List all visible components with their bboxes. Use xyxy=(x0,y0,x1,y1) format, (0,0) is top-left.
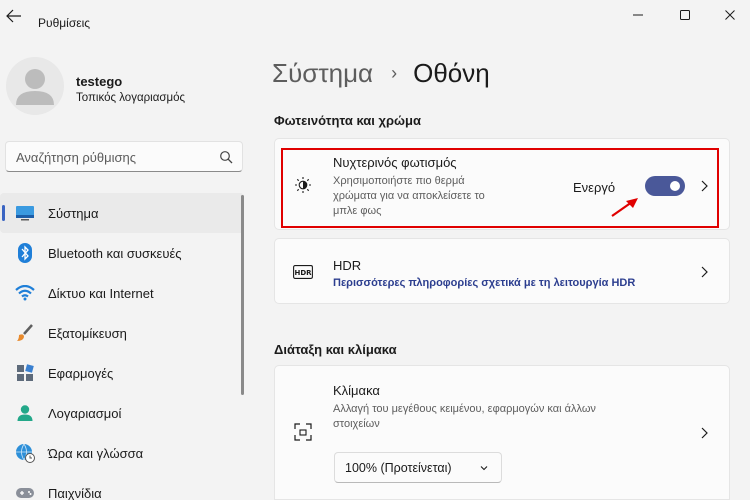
hdr-title: HDR xyxy=(333,258,362,273)
system-monitor-icon xyxy=(15,203,35,223)
sidebar-nav: Σύστημα Bluetooth και συσκευές Δίκτυο κα… xyxy=(0,193,244,500)
scale-dropdown[interactable]: 100% (Προτείνεται) xyxy=(334,452,502,483)
sidebar-item-personalization[interactable]: Εξατομίκευση xyxy=(0,313,244,353)
night-light-desc-line1: Χρησιμοποιήστε πιο θερμά xyxy=(333,175,465,187)
chevron-right-icon[interactable] xyxy=(699,426,709,440)
hdr-info-link[interactable]: Περισσότερες πληροφορίες σχετικά με τη λ… xyxy=(333,277,635,289)
sidebar-item-label: Ώρα και γλώσσα xyxy=(48,445,144,461)
globe-clock-icon xyxy=(15,443,35,463)
search-box[interactable] xyxy=(5,141,243,172)
sidebar-item-label: Εφαρμογές xyxy=(48,365,114,381)
breadcrumb: Σύστημα › Οθόνη xyxy=(272,58,490,89)
sidebar-item-label: Εξατομίκευση xyxy=(48,325,127,341)
section-title-brightness: Φωτεινότητα και χρώμα xyxy=(274,113,421,128)
sidebar-item-system[interactable]: Σύστημα xyxy=(0,193,244,233)
hdr-card[interactable]: HDR HDR Περισσότερες πληροφορίες σχετικά… xyxy=(274,238,730,304)
scale-icon xyxy=(293,422,313,442)
paintbrush-icon xyxy=(15,323,35,343)
sidebar-item-bluetooth[interactable]: Bluetooth και συσκευές xyxy=(0,233,244,273)
account-icon xyxy=(15,403,35,423)
minimize-icon xyxy=(633,14,643,16)
user-avatar-icon xyxy=(16,69,54,105)
page-title: Οθόνη xyxy=(413,58,490,88)
back-button[interactable] xyxy=(6,9,22,23)
sidebar-item-accounts[interactable]: Λογαριασμοί xyxy=(0,393,244,433)
hdr-icon: HDR xyxy=(293,262,313,282)
night-light-title: Νυχτερινός φωτισμός xyxy=(333,155,457,170)
chevron-right-icon[interactable] xyxy=(699,265,709,279)
sidebar-item-label: Λογαριασμοί xyxy=(48,405,122,421)
toggle-knob xyxy=(670,181,680,191)
sidebar-item-apps[interactable]: Εφαρμογές xyxy=(0,353,244,393)
night-light-status: Ενεργό xyxy=(573,180,616,195)
scale-desc-line2: στοιχείων xyxy=(333,418,380,430)
search-icon[interactable] xyxy=(219,150,233,164)
avatar[interactable] xyxy=(6,57,64,115)
sidebar-item-network[interactable]: Δίκτυο και Internet xyxy=(0,273,244,313)
sidebar-item-label: Δίκτυο και Internet xyxy=(48,285,154,301)
night-light-toggle[interactable] xyxy=(645,176,685,196)
gamepad-icon xyxy=(15,483,35,500)
scale-title: Κλίμακα xyxy=(333,383,380,398)
close-icon xyxy=(725,10,735,20)
search-input[interactable] xyxy=(16,148,216,166)
maximize-button[interactable] xyxy=(675,6,695,24)
apps-icon xyxy=(15,363,35,383)
sidebar-item-label: Παιχνίδια xyxy=(48,485,102,500)
section-title-layout: Διάταξη και κλίμακα xyxy=(274,342,397,357)
sidebar-scrollbar[interactable] xyxy=(241,195,244,395)
wifi-icon xyxy=(15,283,35,303)
scale-desc-line1: Αλλαγή του μεγέθους κειμένου, εφαρμογών … xyxy=(333,403,596,415)
sidebar-item-time-language[interactable]: Ώρα και γλώσσα xyxy=(0,433,244,473)
bluetooth-icon xyxy=(15,243,35,263)
profile-name: testego xyxy=(76,74,123,89)
svg-text:HDR: HDR xyxy=(294,269,312,277)
title-bar: Ρυθμίσεις xyxy=(0,0,750,32)
back-arrow-icon xyxy=(6,9,21,23)
profile-account-type: Τοπικός λογαριασμός xyxy=(76,92,186,104)
breadcrumb-separator: › xyxy=(391,63,398,83)
chevron-down-icon xyxy=(480,466,488,471)
breadcrumb-parent[interactable]: Σύστημα xyxy=(272,58,373,89)
app-title: Ρυθμίσεις xyxy=(38,16,91,30)
annotation-arrow-icon xyxy=(611,198,638,217)
chevron-right-icon[interactable] xyxy=(699,179,709,193)
scale-dropdown-value: 100% (Προτείνεται) xyxy=(345,461,452,475)
sidebar-item-label: Σύστημα xyxy=(48,205,99,221)
close-button[interactable] xyxy=(720,6,740,24)
night-light-desc-line3: μπλε φως xyxy=(333,205,382,217)
night-light-desc-line2: χρώματα για να αποκλείσετε το xyxy=(333,190,485,202)
maximize-icon xyxy=(680,10,690,20)
minimize-button[interactable] xyxy=(628,6,648,24)
sidebar-item-gaming[interactable]: Παιχνίδια xyxy=(0,473,244,500)
sidebar-item-label: Bluetooth και συσκευές xyxy=(48,245,182,261)
brightness-icon xyxy=(293,175,313,195)
